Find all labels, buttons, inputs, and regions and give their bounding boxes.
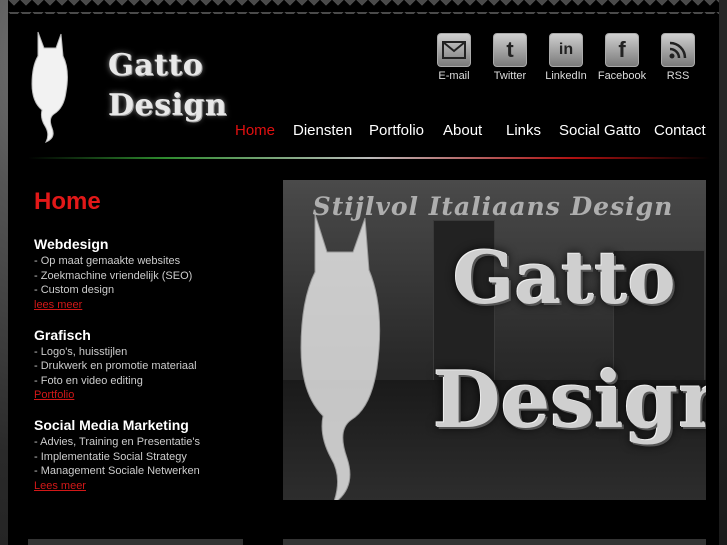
- list-item: - Management Sociale Netwerken: [34, 465, 200, 477]
- list-item: - Custom design: [34, 284, 115, 296]
- cat-silhouette-icon: [300, 213, 381, 500]
- torn-paper-edge: [8, 0, 719, 14]
- list-item: - Op maat gemaakte websites: [34, 255, 181, 267]
- social-facebook[interactable]: f Facebook: [594, 33, 650, 82]
- social-label: E-mail: [438, 70, 470, 82]
- social-linkedin[interactable]: in LinkedIn: [538, 33, 594, 82]
- hero-title-line1: Gatto: [453, 235, 676, 320]
- logo-text-line1: Gatto: [108, 48, 204, 83]
- nav-about[interactable]: About: [443, 122, 482, 139]
- list-item: - Zoekmachine vriendelijk (SEO): [34, 270, 193, 282]
- twitter-icon: t: [493, 33, 527, 67]
- page-title: Home: [34, 188, 101, 215]
- email-icon: [437, 33, 471, 67]
- section-title-grafisch: Grafisch: [34, 327, 91, 343]
- social-label: Facebook: [597, 70, 647, 82]
- list-item: - Drukwerk en promotie materiaal: [34, 360, 197, 372]
- read-more-link-webdesign[interactable]: lees meer: [34, 299, 82, 311]
- list-item: - Foto en video editing: [34, 375, 143, 387]
- section-title-webdesign: Webdesign: [34, 236, 109, 252]
- hero-tagline: Stijlvol Italiaans Design: [312, 192, 674, 221]
- list-item: - Logo's, huisstijlen: [34, 346, 128, 358]
- nav-contact[interactable]: Contact: [654, 122, 706, 139]
- hero-title-line2: Design: [433, 355, 706, 446]
- section-title-social-media: Social Media Marketing: [34, 417, 189, 433]
- linkedin-icon: in: [549, 33, 583, 67]
- read-more-link-social[interactable]: Lees meer: [34, 480, 86, 492]
- footer-panel-right: [283, 539, 706, 545]
- portfolio-link[interactable]: Portfolio: [34, 389, 74, 401]
- nav-portfolio[interactable]: Portfolio: [369, 122, 424, 139]
- content-column: Home Webdesign - Op maat gemaakte websit…: [34, 188, 274, 492]
- rss-icon: [661, 33, 695, 67]
- social-label: LinkedIn: [545, 70, 587, 82]
- nav-diensten[interactable]: Diensten: [293, 122, 352, 139]
- hero-banner: Stijlvol Italiaans Design Gatto Design: [283, 180, 706, 500]
- nav-links[interactable]: Links: [506, 122, 541, 139]
- social-twitter[interactable]: t Twitter: [482, 33, 538, 82]
- list-item: - Implementatie Social Strategy: [34, 451, 187, 463]
- main-nav: Home Diensten Portfolio About Links Soci…: [8, 122, 719, 144]
- social-rss[interactable]: RSS: [650, 33, 706, 82]
- list-item: - Advies, Training en Presentatie's: [34, 436, 200, 448]
- social-email[interactable]: E-mail: [426, 33, 482, 82]
- nav-home[interactable]: Home: [235, 122, 275, 139]
- nav-social-gatto[interactable]: Social Gatto: [559, 122, 641, 139]
- footer-panel-left: [28, 539, 243, 545]
- header-divider: [28, 157, 710, 159]
- logo-text-line2: Design: [108, 88, 228, 123]
- facebook-icon: f: [605, 33, 639, 67]
- page-container: Gatto Design E-mail t Twitter in LinkedI…: [8, 0, 719, 545]
- social-label: RSS: [666, 70, 690, 82]
- social-label: Twitter: [493, 70, 527, 82]
